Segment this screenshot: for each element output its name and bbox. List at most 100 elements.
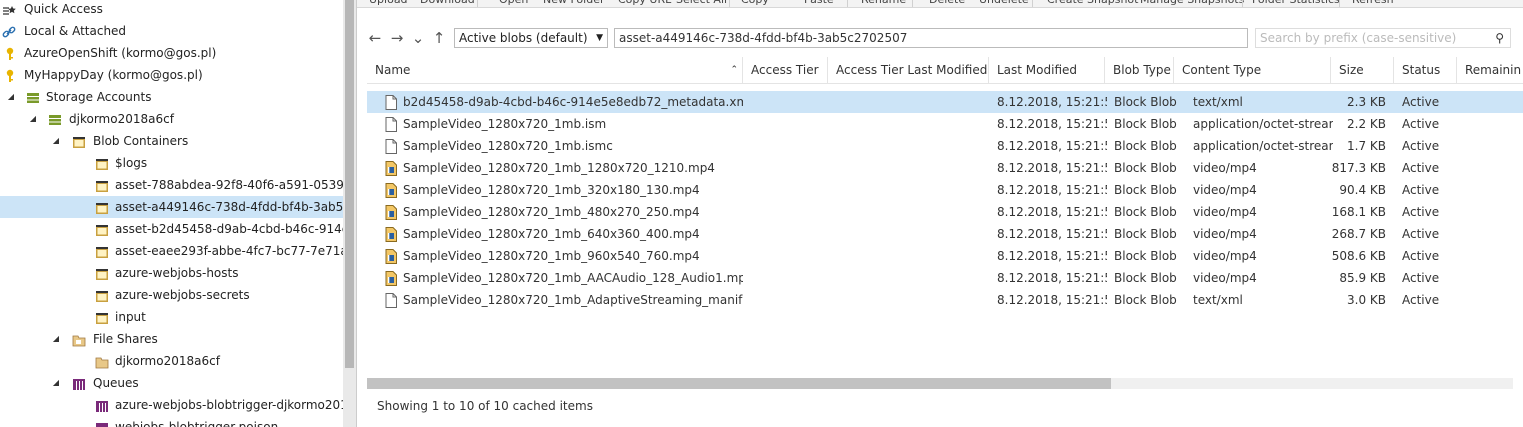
table-row[interactable]: SampleVideo_1280x720_1mb_AdaptiveStreami… <box>367 289 1523 311</box>
table-row[interactable]: SampleVideo_1280x720_1mb_960x540_760.mp4… <box>367 245 1523 267</box>
cell-content-type: video/mp4 <box>1193 249 1257 263</box>
column-header-blob-type[interactable]: Blob Type <box>1105 57 1174 84</box>
toolbar-button-upload[interactable]: Upload <box>369 0 408 6</box>
toolbar-button-download[interactable]: Download <box>420 0 475 6</box>
table-row[interactable]: SampleVideo_1280x720_1mb_480x270_250.mp4… <box>367 201 1523 223</box>
tree-item-queues[interactable]: ◢ Queues <box>0 372 343 394</box>
table-row[interactable]: SampleVideo_1280x720_1mb.ismc 8.12.2018, … <box>367 135 1523 157</box>
tree-item-container[interactable]: asset-b2d45458-d9ab-4cbd-b46c-914e5e8 <box>0 218 343 240</box>
tree-scrollbar-thumb[interactable] <box>345 0 354 368</box>
tree-item-container-selected[interactable]: asset-a449146c-738d-4fdd-bf4b-3ab5c2702 <box>0 196 343 218</box>
tree-item-storage-accounts[interactable]: ◢ Storage Accounts <box>0 86 343 108</box>
storage-accounts-icon <box>26 90 40 104</box>
back-arrow-icon[interactable]: ← <box>366 28 384 48</box>
tree-item-label: azure-webjobs-secrets <box>115 288 250 302</box>
tree-item-file-shares[interactable]: ◢ File Shares <box>0 328 343 350</box>
toolbar-button-manage-snapshots[interactable]: Manage Snapshots <box>1140 0 1244 6</box>
path-input[interactable]: asset-a449146c-738d-4fdd-bf4b-3ab5c27025… <box>614 28 1248 48</box>
view-select[interactable]: Active blobs (default) ▼ <box>454 28 608 48</box>
video-file-icon <box>385 249 397 264</box>
column-header-status[interactable]: Status <box>1394 57 1457 84</box>
tree-item-container[interactable]: $logs <box>0 152 343 174</box>
tree-item-queue[interactable]: azure-webjobs-blobtrigger-djkormo2018 <box>0 394 343 416</box>
tree-item-label: webjobs-blobtrigger-poison <box>115 420 279 427</box>
table-row-selected[interactable]: b2d45458-d9ab-4cbd-b46c-914e5e8edb72_met… <box>367 91 1523 113</box>
tree-item-account-azureopenshift[interactable]: AzureOpenShift (kormo@gos.pl) <box>0 42 343 64</box>
tree-item-label: djkormo2018a6cf <box>69 112 174 126</box>
tree-item-blob-containers[interactable]: ◢ Blob Containers <box>0 130 343 152</box>
tree-item-account-myhappyday[interactable]: MyHappyDay (kormo@gos.pl) <box>0 64 343 86</box>
column-header-size[interactable]: Size <box>1331 57 1394 84</box>
column-header-access-tier-last-modified[interactable]: Access Tier Last Modified <box>828 57 989 84</box>
cell-blob-type: Block Blob <box>1114 161 1177 175</box>
cell-size: 168.1 KB <box>1331 205 1386 219</box>
tree-item-quick-access[interactable]: Quick Access <box>0 0 343 20</box>
table-row[interactable]: SampleVideo_1280x720_1mb_640x360_400.mp4… <box>367 223 1523 245</box>
tree-item-file-share[interactable]: djkormo2018a6cf <box>0 350 343 372</box>
cell-size: 817.3 KB <box>1331 161 1386 175</box>
cell-status: Active <box>1402 205 1440 219</box>
column-header-content-type[interactable]: Content Type <box>1174 57 1331 84</box>
chevron-down-icon[interactable]: ⌄ <box>409 28 427 48</box>
expanded-arrow-icon[interactable]: ◢ <box>51 328 61 350</box>
cell-status: Active <box>1402 227 1440 241</box>
table-row[interactable]: SampleVideo_1280x720_1mb_1280x720_1210.m… <box>367 157 1523 179</box>
toolbar-button-open[interactable]: Open <box>499 0 528 6</box>
prefix-search-input[interactable]: Search by prefix (case-sensitive) ⚲ <box>1255 28 1511 48</box>
blob-container-icon <box>95 200 109 214</box>
toolbar-button-new-folder[interactable]: New Folder <box>543 0 604 6</box>
cell-blob-type: Block Blob <box>1114 249 1177 263</box>
toolbar-button-create-snapshot[interactable]: Create Snapshot <box>1047 0 1138 6</box>
column-header-name[interactable]: Name ⌃ <box>367 57 743 84</box>
tree-item-label: asset-b2d45458-d9ab-4cbd-b46c-914e5e8 <box>115 222 343 236</box>
toolbar-button-paste[interactable]: Paste <box>804 0 834 6</box>
toolbar-button-select-all[interactable]: Select All <box>676 0 727 6</box>
cell-size: 3.0 KB <box>1347 293 1386 307</box>
tree-item-container[interactable]: input <box>0 306 343 328</box>
column-header-last-modified[interactable]: Last Modified <box>989 57 1105 84</box>
expanded-arrow-icon[interactable]: ◢ <box>51 372 61 394</box>
search-icon[interactable]: ⚲ <box>1495 29 1504 47</box>
tree-item-label: MyHappyDay (kormo@gos.pl) <box>24 68 203 82</box>
table-row[interactable]: SampleVideo_1280x720_1mb.ism 8.12.2018, 1… <box>367 113 1523 135</box>
file-shares-icon <box>72 332 86 347</box>
toolbar-button-delete[interactable]: Delete <box>929 0 965 6</box>
forward-arrow-icon[interactable]: → <box>388 28 406 48</box>
cell-blob-type: Block Blob <box>1114 183 1177 197</box>
toolbar-button-refresh[interactable]: Refresh <box>1352 0 1394 6</box>
cell-blob-type: Block Blob <box>1114 117 1177 131</box>
cell-blob-type: Block Blob <box>1114 293 1177 307</box>
toolbar-button-undelete[interactable]: Undelete <box>979 0 1029 6</box>
cell-name: b2d45458-d9ab-4cbd-b46c-914e5e8edb72_met… <box>403 95 743 109</box>
toolbar-button-copy[interactable]: Copy <box>741 0 769 6</box>
cell-last-modified: 8.12.2018, 15:21:57 <box>997 293 1107 307</box>
tree-item-container[interactable]: asset-eaee293f-abbe-4fc7-bc77-7e71afce2 <box>0 240 343 262</box>
expanded-arrow-icon[interactable]: ◢ <box>6 86 16 108</box>
table-row[interactable]: SampleVideo_1280x720_1mb_AACAudio_128_Au… <box>367 267 1523 289</box>
toolbar-button-copy-url[interactable]: Copy URL <box>618 0 671 6</box>
table-row[interactable]: SampleVideo_1280x720_1mb_320x180_130.mp4… <box>367 179 1523 201</box>
toolbar-button-folder-statistics[interactable]: Folder Statistics <box>1252 0 1340 6</box>
cell-name: SampleVideo_1280x720_1mb.ismc <box>403 139 613 153</box>
column-header-remaining[interactable]: Remainin <box>1457 57 1523 84</box>
tree-item-queue[interactable]: webjobs-blobtrigger-poison <box>0 416 343 427</box>
tree-item-container[interactable]: asset-788abdea-92f8-40f6-a591-0539eac24 <box>0 174 343 196</box>
tree-item-label: Blob Containers <box>93 134 189 148</box>
toolbar-button-rename[interactable]: Rename <box>861 0 906 6</box>
cell-last-modified: 8.12.2018, 15:21:57 <box>997 205 1107 219</box>
tree-item-storage-account[interactable]: ◢ djkormo2018a6cf <box>0 108 343 130</box>
up-arrow-icon[interactable]: ↑ <box>430 28 448 48</box>
video-file-icon <box>385 161 397 176</box>
tree-item-container[interactable]: azure-webjobs-secrets <box>0 284 343 306</box>
cell-blob-type: Block Blob <box>1114 139 1177 153</box>
table-horizontal-scrollbar-thumb[interactable] <box>367 378 1111 389</box>
column-header-access-tier[interactable]: Access Tier <box>743 57 828 84</box>
blob-container-icon <box>95 266 109 280</box>
cell-name: SampleVideo_1280x720_1mb_480x270_250.mp4 <box>403 205 700 219</box>
expanded-arrow-icon[interactable]: ◢ <box>51 130 61 152</box>
table-horizontal-scrollbar[interactable] <box>367 378 1513 389</box>
tree-scrollbar[interactable] <box>343 0 356 427</box>
tree-item-local-attached[interactable]: Local & Attached <box>0 20 343 42</box>
tree-item-container[interactable]: azure-webjobs-hosts <box>0 262 343 284</box>
expanded-arrow-icon[interactable]: ◢ <box>28 108 38 130</box>
